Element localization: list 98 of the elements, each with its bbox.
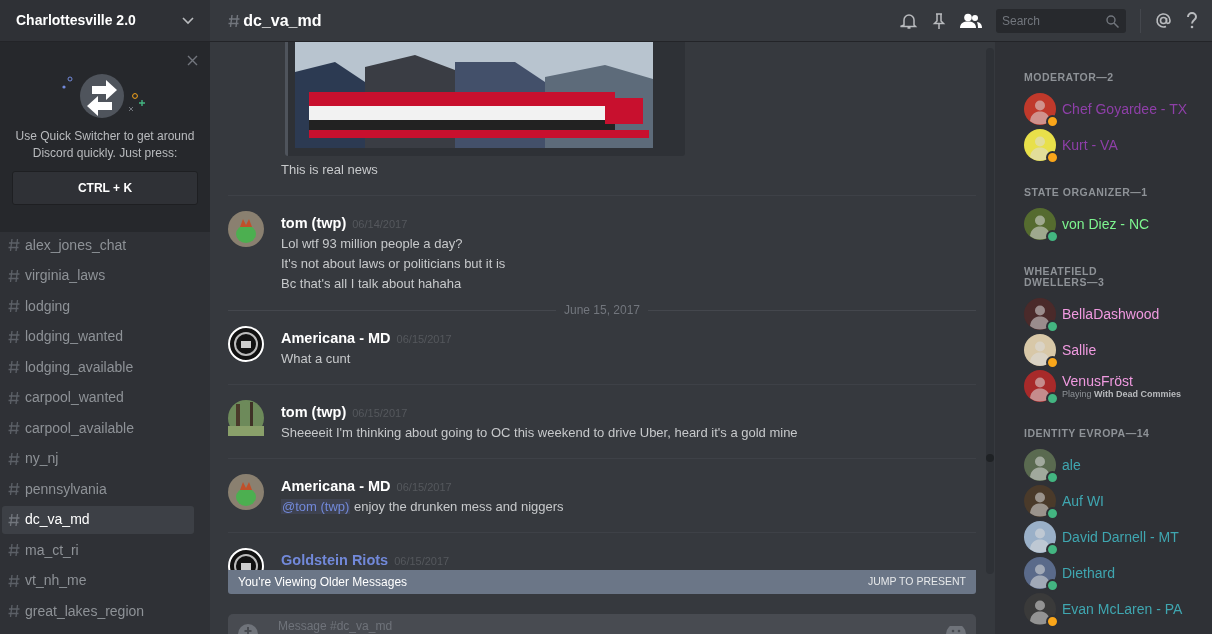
channel-item[interactable]: dc_va_md bbox=[2, 505, 194, 534]
channel-item[interactable]: pennsylvania bbox=[2, 475, 194, 504]
member-name: David Darnell - MT bbox=[1062, 529, 1179, 545]
mention-icon[interactable] bbox=[1155, 12, 1172, 29]
hash-icon bbox=[8, 604, 20, 619]
message-text: What a cunt bbox=[281, 350, 352, 368]
date-divider: June 15, 2017 bbox=[563, 304, 641, 316]
hash-icon bbox=[8, 299, 20, 314]
message-text: It's not about laws or politicians but it is bbox=[281, 255, 506, 273]
message-text: Sheeeeit I'm thinking about going to OC this weekend to drive Uber, heard it's a gold mine bbox=[281, 424, 798, 442]
avatar-icon bbox=[1024, 298, 1056, 330]
avatar-icon bbox=[228, 211, 264, 247]
member-item[interactable]: Sallie bbox=[1024, 332, 1097, 368]
help-icon[interactable] bbox=[1186, 12, 1198, 29]
member-item[interactable]: ale bbox=[1024, 447, 1081, 483]
role-heading: STATE ORGANIZER—1 bbox=[1024, 187, 1149, 198]
member-name: Diethard bbox=[1062, 565, 1115, 581]
avatar-icon bbox=[1024, 129, 1056, 161]
shortcut-button[interactable]: CTRL + K bbox=[12, 170, 198, 205]
member-item[interactable]: Evan McLaren - PA bbox=[1024, 591, 1183, 627]
avatar-icon bbox=[228, 326, 264, 362]
channel-item[interactable]: lodging_wanted bbox=[2, 322, 194, 351]
avatar-icon bbox=[228, 400, 264, 436]
pin-icon[interactable] bbox=[932, 11, 946, 30]
members-icon[interactable] bbox=[960, 12, 982, 29]
avatar-icon bbox=[1024, 557, 1056, 589]
author-name[interactable]: tom (twp) bbox=[281, 215, 347, 231]
channel-title: dc_va_md bbox=[243, 10, 322, 31]
hash-icon bbox=[8, 360, 20, 375]
hash-icon bbox=[8, 268, 20, 283]
hash-icon bbox=[8, 482, 20, 497]
hash-icon bbox=[8, 329, 20, 344]
avatar-icon bbox=[1024, 334, 1056, 366]
member-name: Sallie bbox=[1062, 342, 1097, 358]
avatar-icon bbox=[1024, 485, 1056, 517]
member-name: von Diez - NC bbox=[1062, 216, 1150, 232]
member-name: BellaDashwood bbox=[1062, 306, 1160, 322]
hash-icon bbox=[8, 238, 20, 253]
emoji-icon bbox=[946, 626, 966, 634]
channel-item[interactable]: ma_ct_ri bbox=[2, 536, 194, 565]
author-name[interactable]: tom (twp) bbox=[281, 404, 347, 420]
member-item[interactable]: BellaDashwood bbox=[1024, 296, 1160, 332]
hash-icon bbox=[8, 543, 20, 558]
member-item[interactable]: David Darnell - MT bbox=[1024, 519, 1179, 555]
author-name[interactable]: Goldstein Riots bbox=[281, 552, 389, 568]
channel-item[interactable]: alex_jones_chat bbox=[2, 231, 194, 260]
role-heading: WHEATFIELD DWELLERS—3 bbox=[1024, 266, 1106, 288]
jump-to-present-button[interactable]: JUMP TO PRESENT bbox=[867, 574, 966, 590]
channel-item[interactable]: carpool_wanted bbox=[2, 383, 194, 412]
member-item[interactable]: von Diez - NC bbox=[1024, 206, 1150, 242]
channel-item[interactable]: virginia_laws bbox=[2, 261, 194, 290]
member-item[interactable]: Auf WI bbox=[1024, 483, 1104, 519]
hash-icon bbox=[228, 13, 240, 28]
chevron-icon bbox=[182, 16, 194, 25]
role-heading: MODERATOR—2 bbox=[1024, 72, 1115, 83]
hash-icon bbox=[8, 421, 20, 436]
member-item[interactable]: VenusFröst Playing With Dead Commies bbox=[1024, 368, 1181, 404]
member-name: ale bbox=[1062, 457, 1081, 473]
hash-icon bbox=[8, 573, 20, 588]
channel-item[interactable]: great_lakes_region bbox=[2, 597, 194, 626]
avatar-icon bbox=[1024, 370, 1056, 402]
member-item[interactable]: Diethard bbox=[1024, 555, 1115, 591]
member-name: VenusFröst bbox=[1062, 372, 1134, 389]
channel-item[interactable]: vt_nh_me bbox=[2, 566, 194, 595]
search-icon bbox=[1106, 14, 1119, 28]
avatar-icon bbox=[1024, 593, 1056, 625]
channel-item[interactable]: lodging bbox=[2, 292, 194, 321]
avatar-icon bbox=[1024, 521, 1056, 553]
banner-text: You're Viewing Older Messages bbox=[238, 574, 408, 591]
avatar-icon bbox=[228, 474, 264, 510]
member-name: Evan McLaren - PA bbox=[1062, 601, 1183, 617]
hash-icon bbox=[8, 390, 20, 405]
hint-text: Use Quick Switcher to get around Discord quickly. Just press: bbox=[14, 127, 196, 162]
avatar-icon bbox=[1024, 93, 1056, 125]
avatar-icon bbox=[1024, 449, 1056, 481]
message-text: Lol wtf 93 million people a day? bbox=[281, 235, 464, 253]
message-text: Bc that's all I talk about hahaha bbox=[281, 275, 463, 293]
author-name[interactable]: Americana - MD bbox=[281, 478, 391, 494]
activity-text: Playing With Dead Commies bbox=[1062, 388, 1181, 400]
member-name: Kurt - VA bbox=[1062, 137, 1118, 153]
mention-link[interactable]: @tom (twp) bbox=[281, 499, 351, 514]
hash-icon bbox=[8, 451, 20, 466]
server-name: Charlottesville 2.0 bbox=[16, 11, 136, 30]
message-text: This is real news bbox=[281, 161, 379, 179]
author-name[interactable]: Americana - MD bbox=[281, 330, 391, 346]
member-name: Chef Goyardee - TX bbox=[1062, 101, 1188, 117]
channel-item[interactable]: lodging_available bbox=[2, 353, 194, 382]
avatar-icon bbox=[1024, 208, 1056, 240]
channel-item[interactable]: ny_nj bbox=[2, 444, 194, 473]
member-name: Auf WI bbox=[1062, 493, 1104, 509]
hash-icon bbox=[8, 512, 20, 527]
add-icon bbox=[238, 621, 258, 634]
bell-icon[interactable] bbox=[900, 11, 918, 30]
channel-item[interactable]: carpool_available bbox=[2, 414, 194, 443]
message-text: @tom (twp) enjoy the drunken mess and niggers bbox=[281, 498, 564, 516]
scrollbar[interactable] bbox=[986, 48, 994, 574]
role-heading: IDENTITY EVROPA—14 bbox=[1024, 428, 1151, 439]
search-field[interactable]: Search bbox=[996, 8, 1126, 33]
